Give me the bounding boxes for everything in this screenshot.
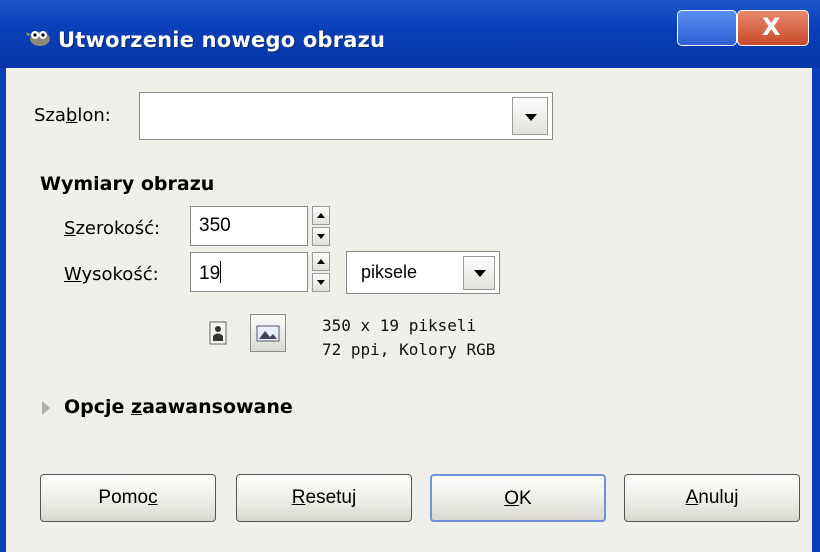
height-mnemonic: W (64, 264, 82, 285)
reset-mnemonic: R (291, 487, 306, 508)
height-label: Wysokość: (64, 264, 159, 285)
minimize-button[interactable] (677, 10, 737, 46)
width-label: Szerokość: (64, 218, 160, 239)
arrow-up-icon (317, 259, 325, 264)
help-label-part: Pomo (98, 487, 149, 508)
cancel-label-part: nuluj (698, 487, 739, 508)
image-resolution-info: 72 ppi, Kolory RGB (322, 340, 496, 359)
arrow-down-icon (317, 234, 325, 239)
ok-label-part: K (519, 488, 532, 509)
width-decrement-button[interactable] (312, 227, 330, 246)
template-label: Szablon: (34, 105, 111, 126)
width-increment-button[interactable] (312, 206, 330, 225)
close-button[interactable]: X (737, 10, 809, 46)
height-decrement-button[interactable] (312, 273, 330, 292)
height-spinner[interactable] (312, 252, 330, 292)
help-mnemonic: c (148, 487, 158, 508)
width-label-part: zerokość: (75, 218, 161, 239)
template-dropdown-button[interactable] (512, 97, 548, 135)
unit-select[interactable]: piksele (346, 251, 500, 294)
image-size-info: 350 x 19 pikseli (322, 316, 477, 335)
template-label-part: lon: (77, 105, 111, 126)
template-label-part: Sza (34, 105, 66, 126)
width-mnemonic: S (64, 218, 76, 239)
window-title: Utworzenie nowego obrazu (58, 28, 386, 52)
reset-label-part: esetuj (305, 487, 357, 508)
advanced-mnemonic: z (131, 396, 143, 418)
window-frame-right (812, 68, 820, 552)
width-spinner[interactable] (312, 206, 330, 246)
close-icon: X (762, 13, 781, 41)
landscape-toggle[interactable] (250, 314, 286, 352)
chevron-down-icon (474, 270, 486, 277)
text-caret (220, 261, 222, 283)
expander-arrow-icon[interactable] (42, 401, 50, 415)
section-image-size: Wymiary obrazu (40, 173, 215, 195)
height-label-part: ysokość: (81, 264, 159, 285)
template-mnemonic: b (65, 105, 78, 126)
portrait-icon (209, 321, 227, 345)
gimp-wilber-icon (26, 31, 50, 46)
width-input[interactable]: 350 (190, 206, 308, 246)
advanced-options-expander[interactable]: Opcje zaawansowane (64, 396, 293, 418)
advanced-label-part: aawansowane (142, 396, 293, 418)
landscape-icon (256, 325, 280, 342)
ok-button[interactable]: OK (430, 474, 606, 522)
chevron-down-icon (525, 114, 537, 121)
width-value: 350 (199, 215, 231, 236)
unit-dropdown-button[interactable] (463, 256, 495, 290)
ok-mnemonic: O (504, 488, 520, 509)
reset-button[interactable]: Resetuj (236, 474, 412, 522)
height-increment-button[interactable] (312, 252, 330, 271)
title-bar[interactable]: Utworzenie nowego obrazu X (0, 0, 820, 68)
help-button[interactable]: Pomoc (40, 474, 216, 522)
height-value: 19 (199, 263, 221, 284)
cancel-button[interactable]: Anuluj (624, 474, 800, 522)
window-frame-left (0, 68, 6, 552)
height-input[interactable]: 19 (190, 252, 308, 292)
portrait-toggle[interactable] (200, 314, 236, 352)
cancel-mnemonic: A (685, 487, 699, 508)
arrow-up-icon (317, 213, 325, 218)
advanced-label-part: Opcje (64, 396, 132, 418)
arrow-down-icon (317, 280, 325, 285)
template-combo[interactable] (139, 92, 553, 140)
unit-value: piksele (361, 262, 418, 282)
